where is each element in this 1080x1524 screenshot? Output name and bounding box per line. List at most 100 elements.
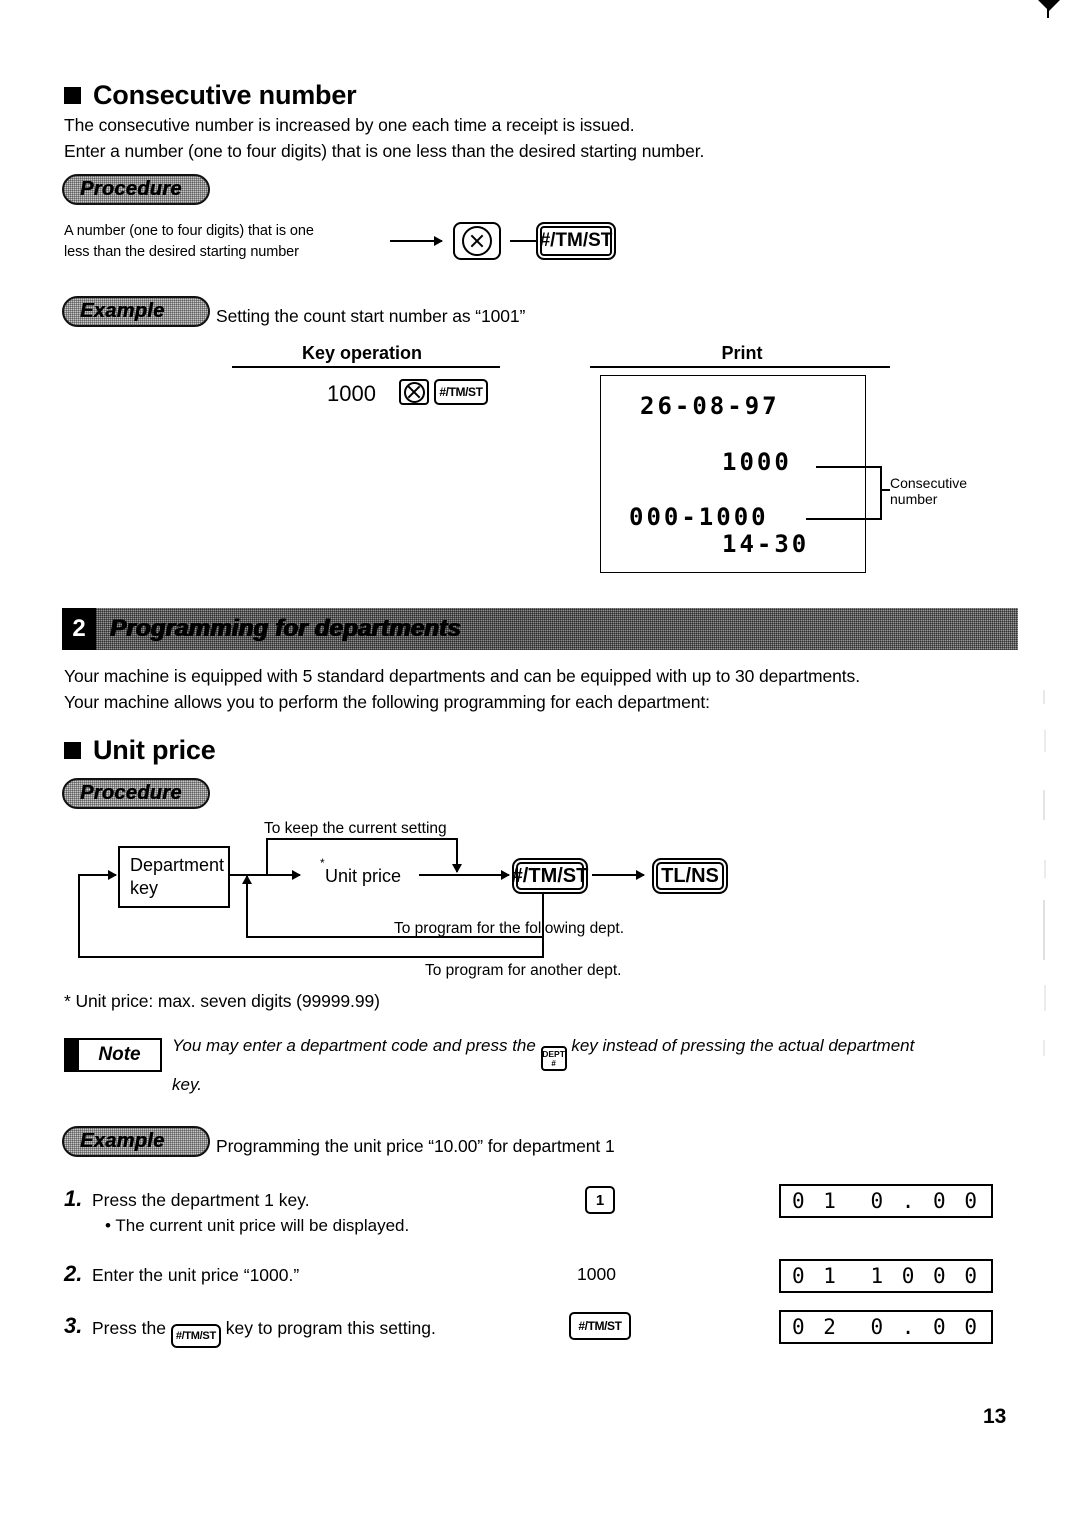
flow-box-department-key-label: Department key <box>130 854 224 900</box>
step-2-display-left: 0 1 <box>792 1264 839 1288</box>
note-text: You may enter a department code and pres… <box>172 1032 1020 1099</box>
example-pill-label: Example <box>80 300 165 322</box>
triangle-icon <box>1038 0 1060 11</box>
bypass-left-vertical <box>266 838 268 876</box>
column-header-print: Print <box>721 343 763 363</box>
example-pill-consecutive: Example <box>62 296 210 327</box>
procedure-pill-label: Procedure <box>80 782 182 804</box>
key-operation-value: 1000 <box>327 381 376 406</box>
document-page: Consecutive number The consecutive numbe… <box>0 0 1080 1524</box>
step-2-display-right: 1 0 0 0 <box>870 1264 980 1288</box>
scan-artifact <box>1044 860 1046 878</box>
callout-line-bottom <box>806 518 882 520</box>
step-3-text: Press the #/TM/ST key to program this se… <box>92 1318 436 1348</box>
loop-bottom-another-dept <box>78 956 544 958</box>
heading-text: Consecutive number <box>93 80 357 110</box>
flow-label-keep-setting: To keep the current setting <box>264 820 447 837</box>
step-3-inline-tmst-key: #/TM/ST <box>170 1324 221 1348</box>
flow-label-following-dept: To program for the following dept. <box>394 920 625 937</box>
note-text-part1: You may enter a department code and pres… <box>172 1036 536 1055</box>
callout-bracket-vertical <box>880 466 882 520</box>
step-2-number: 2. <box>64 1261 83 1286</box>
scan-artifact <box>1043 690 1045 704</box>
receipt-line-clerk-count: 000-1000 <box>629 503 769 531</box>
step-3-text-after: key to program this setting. <box>225 1318 436 1338</box>
bypass-arrow-down <box>456 838 458 872</box>
flow-label-another-dept: To program for another dept. <box>425 962 622 979</box>
bypass-top-horizontal <box>266 838 458 840</box>
key-operation-rule <box>232 366 500 368</box>
procedure-pill-unit-price: Procedure <box>62 778 210 809</box>
procedure-input-line2: less than the desired starting number <box>64 244 299 260</box>
step-3-display: 0 2 0 . 0 0 <box>779 1310 993 1344</box>
consecutive-intro-line2: Enter a number (one to four digits) that… <box>64 141 705 161</box>
scan-artifact <box>1043 900 1045 960</box>
loop-left-vertical <box>78 874 80 958</box>
section-banner-body: Programming for departments <box>96 608 1018 650</box>
note-bar-icon <box>66 1040 79 1070</box>
step-3-operation-key: #/TM/ST <box>569 1312 631 1340</box>
step-2-operation-value: 1000 <box>577 1264 616 1284</box>
step-1-display-right: 0 . 0 0 <box>870 1189 980 1213</box>
arrow-tmst-to-tlns <box>592 874 644 876</box>
step-1-display-left: 0 1 <box>792 1189 839 1213</box>
procedure-pill-consecutive: Procedure <box>62 174 210 205</box>
arrow-following-dept-up <box>246 876 248 938</box>
scan-artifact <box>1043 1040 1045 1056</box>
callout-bracket-tick <box>880 489 890 491</box>
procedure-pill-label: Procedure <box>80 178 182 200</box>
procedure-input-line1: A number (one to four digits) that is on… <box>64 223 314 239</box>
flow-label-unit-price: Unit price <box>325 866 402 886</box>
step-3-number: 3. <box>64 1313 83 1338</box>
triangle-stem <box>1047 9 1049 18</box>
dept-line1: Department <box>130 855 225 875</box>
note-text-part2: key instead of pressing the actual depar… <box>571 1036 915 1055</box>
dept-line2: key <box>130 878 159 898</box>
unit-price-footnote: * Unit price: max. seven digits (99999.9… <box>64 991 380 1011</box>
example-caption-consecutive: Setting the count start number as “1001” <box>216 306 526 326</box>
note-text-part3: key. <box>172 1075 202 1095</box>
callout-line-top <box>816 466 882 468</box>
section-banner-departments: 2 Programming for departments <box>62 608 1018 650</box>
arrow-loop-into-dept <box>80 874 116 876</box>
scan-artifact <box>1043 790 1045 820</box>
flow-key-tmst: #/TM/ST <box>512 858 588 894</box>
square-bullet-icon <box>64 742 81 759</box>
step-1-number: 1. <box>64 1186 83 1211</box>
example-pill-label: Example <box>80 1130 165 1152</box>
multiply-key-procedure <box>453 222 501 260</box>
tmst-key-procedure: #/TM/ST <box>536 222 616 260</box>
heading-consecutive-number: Consecutive number <box>64 80 357 111</box>
multiply-icon <box>462 226 492 256</box>
example-pill-unit-price: Example <box>62 1126 210 1157</box>
arrow-unitprice-to-tmst <box>419 874 509 876</box>
column-header-key-operation: Key operation <box>301 343 423 363</box>
scan-artifact <box>1044 985 1046 1011</box>
section-number: 2 <box>62 608 96 650</box>
step-3-text-before: Press the <box>92 1318 166 1338</box>
unit-price-asterisk: * <box>320 856 325 870</box>
dept-key-top-label: DEPT <box>542 1049 565 1059</box>
example-caption-unit-price: Programming the unit price “10.00” for d… <box>216 1136 615 1156</box>
flow-key-tlns: TL/NS <box>652 858 728 894</box>
step-3-display-right: 0 . 0 0 <box>870 1315 980 1339</box>
step-3-display-left: 0 2 <box>792 1315 839 1339</box>
departments-intro-line1: Your machine is equipped with 5 standard… <box>64 666 860 686</box>
dept-key-bottom-label: # <box>551 1058 556 1068</box>
step-2-text: Enter the unit price “1000.” <box>92 1265 300 1285</box>
step-2-display: 0 1 1 0 0 0 <box>779 1259 993 1293</box>
receipt-line-count: 1000 <box>722 448 792 476</box>
multiply-key-example <box>399 379 429 405</box>
square-bullet-icon <box>64 87 81 104</box>
dept-key-icon: DEPT # <box>540 1046 567 1072</box>
section-banner-title: Programming for departments <box>110 615 461 642</box>
print-rule <box>590 366 890 368</box>
step-1-display: 0 1 0 . 0 0 <box>779 1184 993 1218</box>
arrow-dept-to-unitprice <box>230 874 300 876</box>
departments-intro-line2: Your machine allows you to perform the f… <box>64 692 710 712</box>
note-label: Note <box>98 1044 141 1065</box>
arrow-to-multiply-key <box>390 240 442 242</box>
step-1-subtext: • The current unit price will be display… <box>105 1216 410 1235</box>
heading-text: Unit price <box>93 735 216 765</box>
tmst-key-example: #/TM/ST <box>434 379 488 405</box>
